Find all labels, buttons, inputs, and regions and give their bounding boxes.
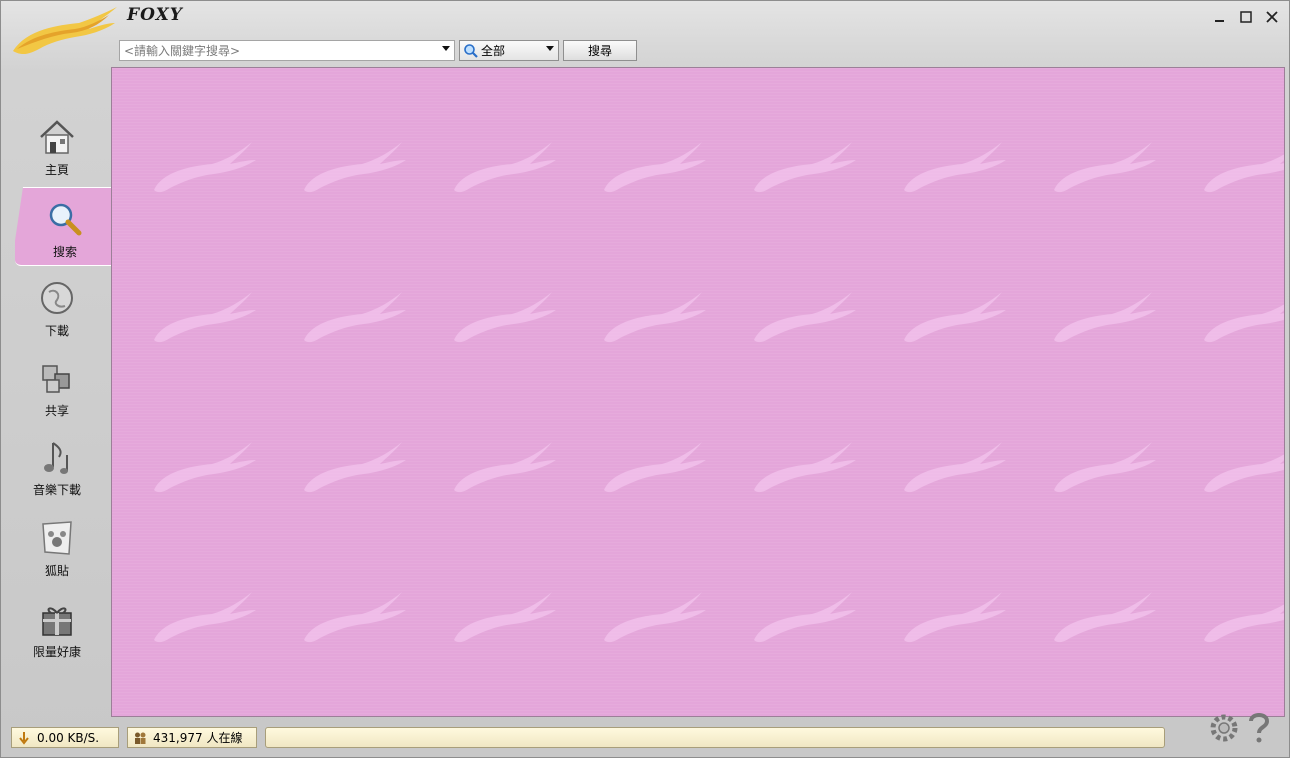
fox-watermark: [604, 442, 706, 493]
paw-note-icon: [42, 521, 72, 555]
fox-watermark: [754, 142, 856, 193]
online-users-value: 431,977 人在線: [153, 731, 243, 745]
fox-watermark: [304, 442, 406, 493]
sidebar-item-home[interactable]: 主頁: [7, 113, 107, 189]
home-icon: [40, 120, 74, 154]
search-button[interactable]: 搜尋: [563, 40, 637, 61]
sidebar: 主頁 搜索 下載 共享 音樂下載 狐貼 限量好康: [1, 67, 115, 717]
fox-watermark: [154, 142, 256, 193]
window-controls: [1209, 7, 1283, 27]
fox-watermark-pattern: [154, 142, 1284, 643]
sidebar-item-music-download[interactable]: 音樂下載: [7, 433, 107, 509]
minimize-button[interactable]: [1209, 7, 1231, 27]
fox-watermark: [904, 442, 1006, 493]
sidebar-item-label: 音樂下載: [32, 483, 81, 497]
share-boxes-icon: [42, 365, 70, 393]
sidebar-item-share[interactable]: 共享: [7, 354, 107, 430]
app-brand: FOXY: [127, 5, 183, 25]
fox-watermark: [304, 592, 406, 643]
online-users: 431,977 人在線: [127, 727, 257, 748]
status-tools: [1207, 711, 1273, 745]
title-bar[interactable]: FOXY: [1, 1, 1289, 55]
fox-watermark: [1054, 592, 1156, 643]
fox-watermark: [904, 592, 1006, 643]
fox-watermark: [904, 142, 1006, 193]
sidebar-item-label: 限量好康: [32, 645, 81, 659]
arrow-down-icon: [19, 731, 29, 745]
fox-watermark: [1054, 292, 1156, 343]
sidebar-item-label: 下載: [44, 324, 69, 338]
fox-watermark: [754, 292, 856, 343]
foxy-window: FOXY 全部 搜尋: [0, 0, 1290, 758]
fox-watermark: [454, 142, 556, 193]
globe-icon: [41, 282, 73, 314]
sidebar-item-download[interactable]: 下載: [7, 274, 107, 350]
search-scope-value: 全部: [481, 44, 506, 58]
sidebar-item-limited-offers[interactable]: 限量好康: [7, 595, 107, 671]
download-speed: 0.00 KB/S.: [11, 727, 119, 748]
sidebar-item-label: 主頁: [44, 163, 69, 177]
search-scope-select[interactable]: 全部: [459, 40, 559, 61]
search-bar: 全部 搜尋: [119, 40, 637, 62]
sidebar-item-search[interactable]: 搜索: [15, 195, 115, 271]
gear-icon[interactable]: [1207, 711, 1241, 745]
fox-watermark: [754, 442, 856, 493]
fox-watermark: [1054, 142, 1156, 193]
fox-watermark: [1054, 442, 1156, 493]
sidebar-item-label: 搜索: [52, 245, 77, 259]
search-input[interactable]: [120, 41, 436, 60]
fox-watermark: [904, 292, 1006, 343]
fox-watermark: [604, 592, 706, 643]
fox-watermark: [1204, 454, 1284, 493]
minimize-icon: [1215, 20, 1224, 22]
status-message: [265, 727, 1165, 748]
status-bar: 0.00 KB/S. 431,977 人在線: [11, 713, 1287, 749]
help-icon[interactable]: [1245, 711, 1273, 745]
fox-watermark: [454, 592, 556, 643]
fox-watermark: [154, 592, 256, 643]
close-button[interactable]: [1261, 7, 1283, 27]
main-content: [111, 67, 1285, 717]
fox-watermark: [304, 292, 406, 343]
sidebar-item-label: 共享: [44, 404, 69, 418]
users-icon: [135, 732, 146, 744]
foxy-logo-icon: [13, 7, 117, 55]
fox-watermark: [604, 142, 706, 193]
close-icon: [1266, 11, 1278, 23]
search-combobox[interactable]: [119, 40, 455, 61]
maximize-icon: [1240, 11, 1252, 23]
fox-watermark: [154, 442, 256, 493]
fox-watermark: [754, 592, 856, 643]
sidebar-item-label: 狐貼: [44, 564, 69, 578]
download-speed-value: 0.00 KB/S.: [37, 730, 100, 745]
fox-watermark: [1204, 154, 1284, 193]
chevron-down-icon[interactable]: [442, 46, 450, 51]
magnifier-icon: [464, 43, 478, 58]
fox-watermark: [304, 142, 406, 193]
search-icon: [49, 203, 82, 236]
fox-watermark: [604, 292, 706, 343]
fox-watermark: [1204, 604, 1284, 643]
chevron-down-icon: [546, 46, 554, 51]
sidebar-item-fox-notes[interactable]: 狐貼: [7, 514, 107, 590]
music-note-icon: [44, 442, 68, 474]
fox-watermark: [154, 292, 256, 343]
maximize-button[interactable]: [1235, 7, 1257, 27]
fox-watermark: [454, 292, 556, 343]
gift-icon: [42, 607, 72, 636]
fox-watermark: [1204, 304, 1284, 343]
fox-watermark: [454, 442, 556, 493]
